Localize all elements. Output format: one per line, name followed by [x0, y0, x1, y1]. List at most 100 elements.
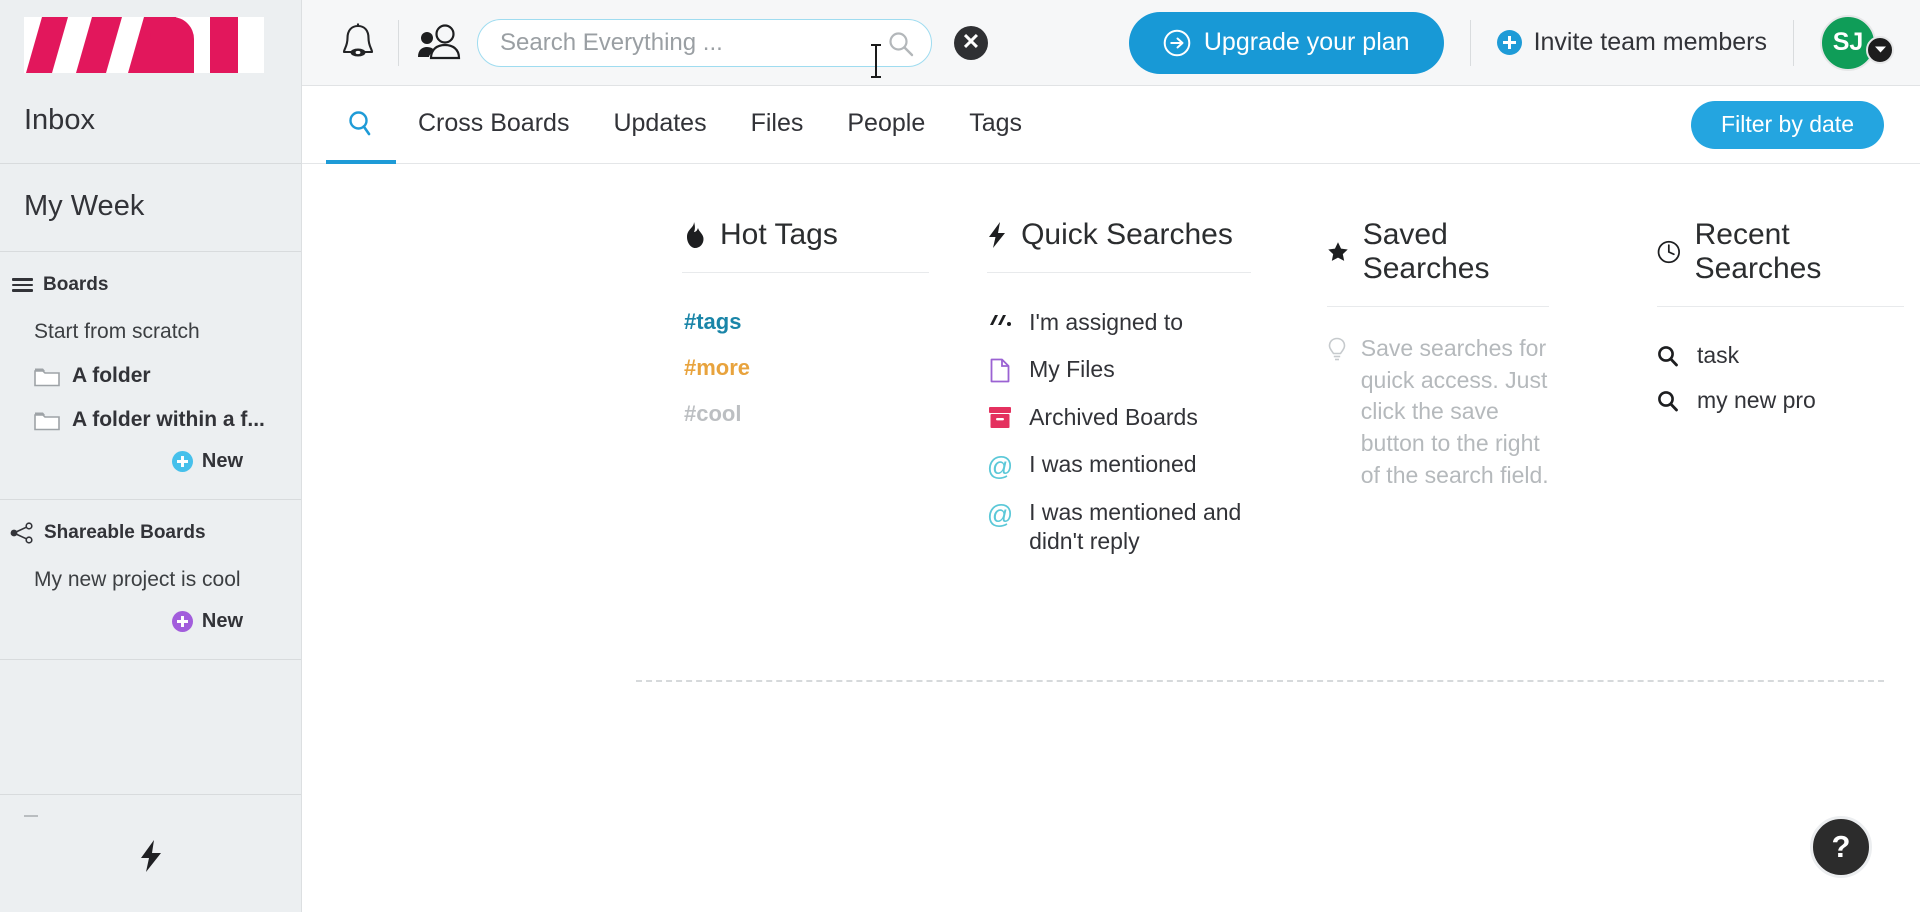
star-icon — [1328, 242, 1348, 261]
search-container — [477, 18, 932, 78]
chevron-down-icon — [1874, 46, 1886, 53]
recent-search-label: task — [1696, 342, 1740, 368]
hot-tags-title: Hot Tags — [720, 218, 838, 251]
lightbulb-icon — [1328, 337, 1346, 361]
sidebar-bolt-button[interactable] — [0, 817, 301, 873]
boards-new-button[interactable]: New — [0, 442, 301, 495]
quick-searches-title: Quick Searches — [1021, 218, 1233, 251]
quick-search-item-assigned[interactable]: I'm assigned to — [987, 299, 1251, 346]
notifications-bell-icon — [342, 23, 374, 56]
quick-search-item-my-files[interactable]: My Files — [987, 346, 1251, 393]
hot-tag-item[interactable]: #tags — [682, 299, 929, 345]
lightning-bolt-icon — [140, 840, 161, 872]
saved-searches-empty-text: Save searches for quick access. Just cli… — [1360, 335, 1549, 488]
new-label: New — [201, 610, 243, 632]
help-button[interactable]: ? — [1810, 816, 1872, 878]
panel-quick-searches: Quick Searches I'm assigned to My Files … — [971, 218, 1267, 566]
toolbar-divider — [1469, 19, 1471, 66]
sidebar-item-my-new-project-is-cool[interactable]: My new project is cool — [0, 558, 301, 602]
panel-divider — [1326, 306, 1549, 307]
notifications-button[interactable] — [332, 17, 384, 69]
hamburger-menu-icon — [12, 278, 33, 292]
at-mention-icon: @ — [986, 498, 1014, 529]
quick-searches-title-row: Quick Searches — [987, 218, 1251, 272]
sidebar-item-a-folder-within-a-folder[interactable]: A folder within a f... — [0, 398, 301, 442]
section-divider-dashed — [636, 680, 1884, 682]
saved-searches-title: Saved Searches — [1362, 218, 1490, 285]
team-button[interactable] — [413, 17, 465, 69]
hot-tags-title-row: Hot Tags — [682, 218, 929, 272]
invite-label: Invite team members — [1533, 28, 1767, 56]
recent-search-label: my new pro — [1696, 387, 1816, 413]
quick-search-item-archived-boards[interactable]: Archived Boards — [987, 394, 1251, 441]
main-area: ✕ Upgrade your plan Invite team members … — [302, 0, 1920, 912]
flame-icon — [687, 222, 704, 248]
saved-searches-title-row: Saved Searches — [1327, 218, 1549, 306]
quick-search-item-mentioned-no-reply[interactable]: @ I was mentioned and didn't reply — [987, 489, 1251, 566]
sidebar-section-shareable: Shareable Boards My new project is cool … — [0, 500, 301, 660]
close-icon: ✕ — [961, 28, 981, 54]
search-magnifier-icon — [349, 111, 371, 136]
search-input[interactable] — [477, 18, 932, 67]
board-label: My new project is cool — [34, 568, 241, 591]
panel-divider — [987, 272, 1251, 273]
search-magnifier-icon — [1658, 390, 1678, 411]
search-magnifier-icon[interactable] — [888, 31, 914, 57]
monday-logo-icon — [24, 17, 264, 73]
invite-team-members-button[interactable]: Invite team members — [1496, 28, 1767, 57]
sidebar-boards-label: Boards — [43, 274, 109, 295]
quick-search-label: I'm assigned to — [1029, 309, 1184, 335]
toolbar-divider — [1793, 19, 1794, 66]
clear-search-button[interactable]: ✕ — [954, 25, 988, 60]
sidebar-item-my-week[interactable]: My Week — [0, 164, 301, 251]
tab-cross-boards[interactable]: Cross Boards — [396, 86, 591, 164]
hot-tag-item[interactable]: #cool — [682, 391, 929, 437]
sidebar: Inbox My Week Boards Start from scratch … — [0, 0, 302, 912]
shareable-new-button[interactable]: New — [0, 602, 301, 655]
panel-saved-searches: Saved Searches Save searches for quick a… — [1311, 218, 1565, 566]
quick-search-label: I was mentioned and didn't reply — [1029, 498, 1242, 555]
content-area: Hot Tags #tags #more #cool Quick Searche… — [302, 164, 1920, 912]
user-menu: SJ — [1820, 14, 1894, 71]
assigned-slashes-icon — [987, 308, 1013, 329]
filter-by-date-button[interactable]: Filter by date — [1691, 100, 1884, 149]
board-label: A folder within a f... — [72, 408, 265, 431]
folder-icon — [34, 368, 60, 386]
avatar-dropdown-button[interactable] — [1866, 35, 1894, 64]
search-magnifier-icon — [1658, 345, 1678, 366]
upgrade-plan-label: Upgrade your plan — [1203, 28, 1410, 56]
sidebar-section-myweek: My Week — [0, 164, 301, 252]
top-toolbar: ✕ Upgrade your plan Invite team members … — [302, 0, 1920, 86]
tab-search[interactable] — [326, 86, 396, 164]
sidebar-section-boards: Boards Start from scratch A folder A fol… — [0, 252, 301, 500]
file-document-icon — [987, 355, 1013, 383]
recent-search-item-my-new-pro[interactable]: my new pro — [1657, 378, 1904, 423]
tab-files[interactable]: Files — [729, 86, 826, 164]
at-mention-icon: @ — [986, 451, 1014, 482]
sidebar-item-start-from-scratch[interactable]: Start from scratch — [0, 310, 301, 354]
lightning-bolt-icon — [989, 222, 1006, 248]
upgrade-plan-button[interactable]: Upgrade your plan — [1128, 11, 1444, 74]
arrow-circle-right-icon — [1163, 29, 1191, 56]
logo-container[interactable] — [0, 0, 301, 86]
quick-search-label: I was mentioned — [1029, 451, 1197, 478]
quick-search-item-mentioned[interactable]: @ I was mentioned — [987, 441, 1251, 488]
hot-tag-item[interactable]: #more — [682, 345, 929, 391]
tab-people[interactable]: People — [825, 86, 947, 164]
recent-search-item-task[interactable]: task — [1657, 333, 1904, 378]
folder-icon — [34, 412, 60, 430]
sidebar-item-a-folder[interactable]: A folder — [0, 354, 301, 398]
recent-searches-title: Recent Searches — [1694, 218, 1822, 285]
sidebar-shareable-header[interactable]: Shareable Boards — [0, 500, 301, 558]
tab-tags[interactable]: Tags — [947, 86, 1044, 164]
sidebar-section-inbox: Inbox — [0, 86, 301, 164]
new-label: New — [201, 450, 243, 472]
team-people-icon — [418, 23, 461, 59]
quick-search-label: Archived Boards — [1029, 403, 1198, 430]
tab-bar: Cross Boards Updates Files People Tags F… — [302, 86, 1920, 164]
tab-updates[interactable]: Updates — [591, 86, 728, 164]
board-label: Start from scratch — [34, 320, 200, 343]
quick-search-label: My Files — [1029, 356, 1115, 383]
sidebar-boards-header[interactable]: Boards — [0, 252, 301, 310]
sidebar-item-inbox[interactable]: Inbox — [0, 86, 301, 163]
